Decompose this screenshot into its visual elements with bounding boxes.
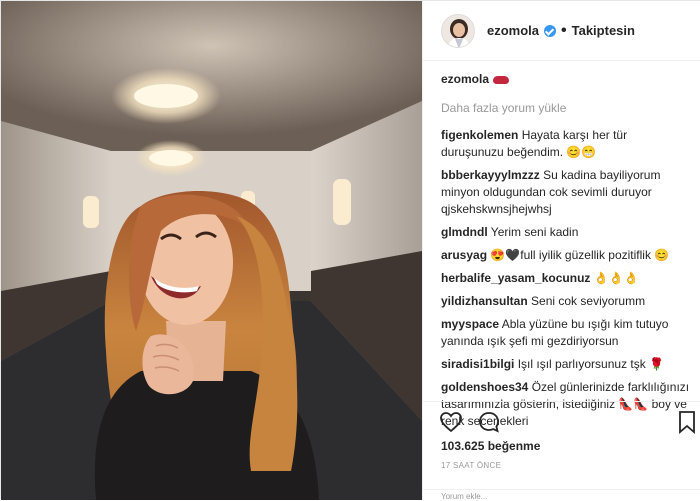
add-comment-input[interactable]: Yorum ekle... [441,492,487,501]
comment: myyspace Abla yüzüne bu ışığı kim tutuyo… [441,316,693,350]
post-timestamp: 17 SAAT ÖNCE [441,461,502,470]
add-comment-bar[interactable]: Yorum ekle... [423,489,700,501]
comment-text: 👌👌👌 [593,271,639,285]
post-photo[interactable] [1,1,422,500]
comment-username[interactable]: yildizhansultan [441,294,528,308]
separator-dot: • [561,21,567,39]
like-heart-icon[interactable] [439,410,463,434]
like-count[interactable]: 103.625 beğenme [441,439,540,453]
comment-username[interactable]: goldenshoes34 [441,380,528,394]
comment: siradisi1bilgi Işıl ışıl parlıyorsunuz t… [441,356,693,373]
comment: figenkolemen Hayata karşı her tür duruşu… [441,127,693,161]
lips-emoji-icon [493,75,510,84]
comment-username[interactable]: siradisi1bilgi [441,357,514,371]
comment-username[interactable]: bbberkayyylmzzz [441,168,540,182]
follow-status-button[interactable]: Takiptesin [572,23,635,38]
avatar-image [442,14,474,47]
comment-username[interactable]: herbalife_yasam_kocunuz [441,271,590,285]
post-sidebar: ezomola • Takiptesin ezomola Daha fazla … [422,1,700,501]
bookmark-icon[interactable] [675,410,699,434]
comment-text: 😍🖤full iyilik güzellik pozitiflik 😊 [490,248,670,262]
comment-username[interactable]: figenkolemen [441,128,518,142]
post-actions: 103.625 beğenme 17 SAAT ÖNCE [423,401,700,491]
comment-text: Yerim seni kadin [490,225,579,239]
comment-text: Seni cok seviyorumm [531,294,646,308]
load-more-comments-button[interactable]: Daha fazla yorum yükle [441,100,693,117]
header-username[interactable]: ezomola [487,23,539,38]
post-header: ezomola • Takiptesin [423,1,700,61]
comment: glmdndl Yerim seni kadin [441,224,693,241]
caption: ezomola [441,71,693,88]
caption-username[interactable]: ezomola [441,72,489,86]
comment: herbalife_yasam_kocunuz 👌👌👌 [441,270,693,287]
instagram-post: ezomola • Takiptesin ezomola Daha fazla … [0,0,700,501]
photo-illustration [1,1,422,500]
comments-list: ezomola Daha fazla yorum yükle figenkole… [441,71,693,436]
comment-text: Işıl ışıl parlıyorsunuz tşk 🌹 [517,357,665,371]
comment-username[interactable]: glmdndl [441,225,488,239]
avatar[interactable] [441,13,475,48]
comment: yildizhansultan Seni cok seviyorumm [441,293,693,310]
comment: bbberkayyylmzzz Su kadina bayiliyorum mi… [441,167,693,218]
verified-badge-icon [544,24,557,37]
comment-bubble-icon[interactable] [477,410,501,434]
comment-username[interactable]: arusyag [441,248,487,262]
comment-username[interactable]: myyspace [441,317,499,331]
comment: arusyag 😍🖤full iyilik güzellik pozitifli… [441,247,693,264]
